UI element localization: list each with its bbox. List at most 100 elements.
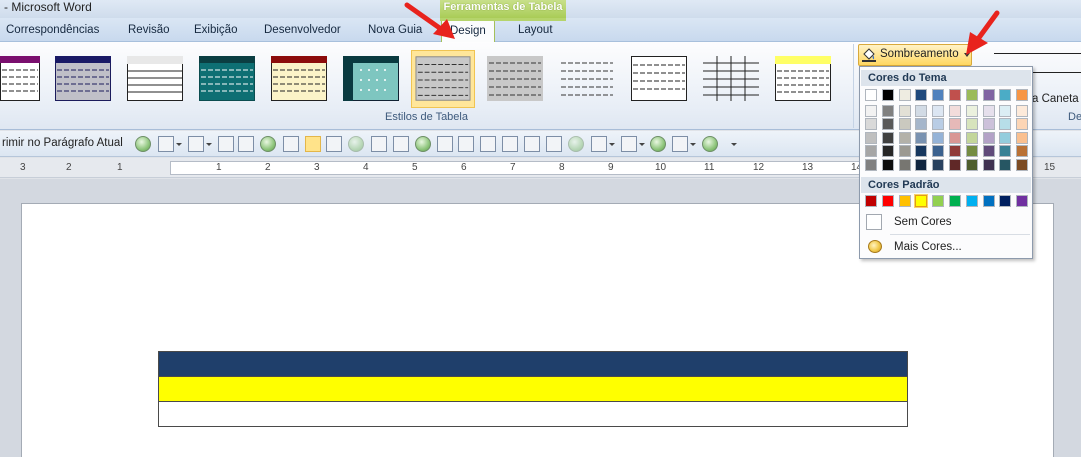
marker-icon[interactable] xyxy=(672,136,688,152)
theme-color-swatch[interactable] xyxy=(965,118,978,130)
theme-color-swatch[interactable] xyxy=(949,89,961,101)
green-circle-icon[interactable] xyxy=(135,136,151,152)
table-style-thumb-7-selected[interactable] xyxy=(411,50,475,108)
theme-color-swatch[interactable] xyxy=(999,158,1012,171)
theme-color-swatch[interactable] xyxy=(1016,145,1029,157)
toolbar-text-label[interactable]: rimir no Parágrafo Atual xyxy=(2,137,123,149)
standard-color-swatch[interactable] xyxy=(932,195,945,207)
theme-color-swatch[interactable] xyxy=(881,104,894,117)
table-row[interactable] xyxy=(158,401,908,427)
theme-color-swatch[interactable] xyxy=(949,104,961,117)
theme-color-swatch[interactable] xyxy=(932,104,945,117)
theme-color-swatch[interactable] xyxy=(932,145,945,157)
theme-color-swatch[interactable] xyxy=(949,131,961,144)
theme-color-swatch[interactable] xyxy=(898,145,911,157)
chevron-down-icon[interactable] xyxy=(609,143,615,146)
theme-color-swatch[interactable] xyxy=(982,104,995,117)
table-style-thumb-3[interactable] xyxy=(127,56,183,101)
theme-color-swatch[interactable] xyxy=(915,158,928,171)
theme-color-swatch[interactable] xyxy=(949,145,961,157)
tab-revisao[interactable]: Revisão xyxy=(128,21,170,42)
green-circle-icon[interactable] xyxy=(260,136,276,152)
theme-color-swatch[interactable] xyxy=(965,104,978,117)
standard-color-swatch[interactable] xyxy=(1016,195,1029,207)
edit-icon[interactable] xyxy=(393,136,409,152)
theme-color-swatch[interactable] xyxy=(865,145,877,157)
table-style-thumb-9[interactable] xyxy=(559,56,615,101)
theme-color-swatch[interactable] xyxy=(881,131,894,144)
word-icon[interactable] xyxy=(238,136,254,152)
page-icon[interactable] xyxy=(621,136,637,152)
theme-color-swatch[interactable] xyxy=(881,145,894,157)
theme-color-swatch[interactable] xyxy=(949,118,961,130)
table-style-thumb-10[interactable] xyxy=(631,56,687,101)
table-style-thumb-8[interactable] xyxy=(487,56,543,101)
theme-color-swatch[interactable] xyxy=(999,89,1012,101)
tab-correspondencias[interactable]: Correspondências xyxy=(6,21,99,42)
theme-color-swatch[interactable] xyxy=(999,118,1012,130)
theme-color-swatch[interactable] xyxy=(1016,89,1029,101)
theme-color-swatch[interactable] xyxy=(881,89,894,101)
table-row[interactable] xyxy=(158,351,908,377)
theme-color-swatch[interactable] xyxy=(881,118,894,130)
theme-color-swatch[interactable] xyxy=(999,104,1012,117)
tab-desenvolvedor[interactable]: Desenvolvedor xyxy=(264,21,341,42)
theme-color-swatch[interactable] xyxy=(915,131,928,144)
table-style-thumb-12[interactable] xyxy=(775,56,831,101)
theme-color-swatch[interactable] xyxy=(932,158,945,171)
table-style-thumb-2[interactable] xyxy=(55,56,111,101)
theme-color-swatch[interactable] xyxy=(915,104,928,117)
theme-color-swatch[interactable] xyxy=(965,131,978,144)
theme-color-swatch[interactable] xyxy=(865,158,877,171)
theme-color-swatch[interactable] xyxy=(898,131,911,144)
pen-icon[interactable] xyxy=(502,136,518,152)
theme-color-swatch[interactable] xyxy=(915,145,928,157)
theme-color-swatch[interactable] xyxy=(881,158,894,171)
shading-button[interactable]: Sombreamento xyxy=(858,44,972,66)
theme-color-swatch[interactable] xyxy=(865,118,877,130)
grid-icon[interactable] xyxy=(326,136,342,152)
table-style-thumb-1[interactable] xyxy=(0,56,40,101)
chevron-down-icon[interactable] xyxy=(639,143,645,146)
insert-field-icon[interactable] xyxy=(371,136,387,152)
tab-exibicao[interactable]: Exibição xyxy=(194,21,237,42)
theme-color-swatch[interactable] xyxy=(865,89,877,101)
line-style-sample[interactable] xyxy=(994,53,1081,54)
standard-color-swatch[interactable] xyxy=(982,195,995,207)
theme-color-swatch[interactable] xyxy=(932,131,945,144)
theme-color-swatch[interactable] xyxy=(965,89,978,101)
table-icon[interactable] xyxy=(218,136,234,152)
table-style-thumb-5[interactable] xyxy=(271,56,327,101)
theme-color-swatch[interactable] xyxy=(982,131,995,144)
selected-tool-icon[interactable] xyxy=(305,136,321,152)
chevron-down-icon[interactable] xyxy=(176,143,182,146)
theme-color-swatch[interactable] xyxy=(982,118,995,130)
theme-color-swatch[interactable] xyxy=(932,118,945,130)
green-circle-icon[interactable] xyxy=(650,136,666,152)
standard-color-swatch[interactable] xyxy=(949,195,961,207)
folder-icon[interactable] xyxy=(524,136,540,152)
chevron-down-icon[interactable] xyxy=(690,143,696,146)
no-color-option[interactable]: Sem Cores xyxy=(866,212,1030,232)
green-circle-icon[interactable] xyxy=(702,136,718,152)
theme-color-swatch[interactable] xyxy=(999,145,1012,157)
standard-color-swatch[interactable] xyxy=(915,195,928,207)
theme-color-swatch[interactable] xyxy=(932,89,945,101)
chart-icon[interactable] xyxy=(437,136,453,152)
theme-color-swatch[interactable] xyxy=(865,104,877,117)
chevron-down-icon[interactable] xyxy=(206,143,212,146)
theme-color-swatch[interactable] xyxy=(1016,158,1029,171)
standard-color-swatch[interactable] xyxy=(865,195,877,207)
standard-color-swatch[interactable] xyxy=(965,195,978,207)
copy-icon[interactable] xyxy=(283,136,299,152)
theme-color-swatch[interactable] xyxy=(965,145,978,157)
toolbar-overflow-icon[interactable] xyxy=(731,143,737,146)
table-cell[interactable] xyxy=(158,376,908,402)
tab-layout[interactable]: Layout xyxy=(518,21,553,42)
standard-color-swatch[interactable] xyxy=(898,195,911,207)
theme-color-swatch[interactable] xyxy=(1016,118,1029,130)
table-style-thumb-6[interactable] xyxy=(343,56,399,101)
document-icon[interactable] xyxy=(591,136,607,152)
document-list-icon[interactable] xyxy=(480,136,496,152)
theme-color-swatch[interactable] xyxy=(965,158,978,171)
